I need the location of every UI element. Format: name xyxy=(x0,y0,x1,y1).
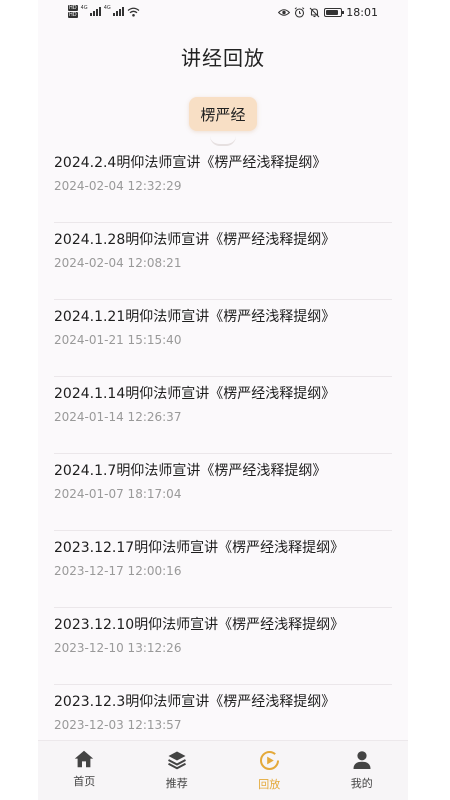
replay-list: 2024.2.4明仰法师宣讲《楞严经浅释提纲》 2024-02-04 12:32… xyxy=(54,146,392,762)
item-date: 2024-01-14 12:26:37 xyxy=(54,410,182,424)
list-item[interactable]: 2024.1.14明仰法师宣讲《楞严经浅释提纲》 2024-01-14 12:2… xyxy=(54,377,392,454)
network-type: 4G xyxy=(103,5,111,11)
home-icon xyxy=(75,750,94,768)
list-item[interactable]: 2023.12.10明仰法师宣讲《楞严经浅释提纲》 2023-12-10 13:… xyxy=(54,608,392,685)
network-type: 4G xyxy=(80,5,88,11)
item-title: 2024.1.21明仰法师宣讲《楞严经浅释提纲》 xyxy=(54,309,336,325)
layers-icon xyxy=(167,751,186,770)
mute-bell-icon xyxy=(309,7,320,18)
battery-level xyxy=(326,10,339,15)
eye-icon xyxy=(278,9,291,16)
item-date: 2023-12-17 12:00:16 xyxy=(54,564,182,578)
tab-label: 我的 xyxy=(350,777,373,790)
wifi-icon xyxy=(127,7,140,17)
hd-badge: HD xyxy=(68,5,78,11)
list-item[interactable]: 2024.2.4明仰法师宣讲《楞严经浅释提纲》 2024-02-04 12:32… xyxy=(54,146,392,223)
list-item[interactable]: 2024.1.28明仰法师宣讲《楞严经浅释提纲》 2024-02-04 12:0… xyxy=(54,223,392,300)
tab-label: 推荐 xyxy=(165,777,188,790)
item-title: 2024.1.14明仰法师宣讲《楞严经浅释提纲》 xyxy=(54,386,336,402)
page-title: 讲经回放 xyxy=(181,46,265,70)
item-date: 2023-12-03 12:13:57 xyxy=(54,718,182,732)
bottom-tab-bar: 首页 推荐 回放 我的 xyxy=(38,740,408,800)
battery-icon xyxy=(324,8,345,17)
list-item[interactable]: 2023.12.17明仰法师宣讲《楞严经浅释提纲》 2023-12-17 12:… xyxy=(54,531,392,608)
status-bar-left: HD HD 4G 4G xyxy=(68,5,140,18)
item-title: 2023.12.10明仰法师宣讲《楞严经浅释提纲》 xyxy=(54,617,345,633)
item-title: 2023.12.3明仰法师宣讲《楞严经浅释提纲》 xyxy=(54,694,336,710)
status-bar-right: 18:01 xyxy=(278,6,378,19)
tab-replay[interactable]: 回放 xyxy=(223,741,316,800)
list-item[interactable]: 2024.1.21明仰法师宣讲《楞严经浅释提纲》 2024-01-21 15:1… xyxy=(54,300,392,377)
hd-badges: HD HD xyxy=(68,5,78,18)
tab-recommend[interactable]: 推荐 xyxy=(131,741,224,800)
tab-home[interactable]: 首页 xyxy=(38,741,131,800)
signal-icon xyxy=(89,7,101,16)
user-icon xyxy=(353,751,371,769)
tab-mine[interactable]: 我的 xyxy=(316,741,409,800)
item-date: 2024-01-07 18:17:04 xyxy=(54,487,182,501)
item-title: 2023.12.17明仰法师宣讲《楞严经浅释提纲》 xyxy=(54,540,345,556)
item-date: 2024-02-04 12:32:29 xyxy=(54,179,182,193)
status-time: 18:01 xyxy=(346,6,378,19)
phone-screen: HD HD 4G 4G 18:01 讲经回放 楞严经 2024.2.4明仰法师宣… xyxy=(38,0,408,800)
tab-label: 回放 xyxy=(258,778,281,791)
item-title: 2024.1.28明仰法师宣讲《楞严经浅释提纲》 xyxy=(54,232,336,248)
list-item[interactable]: 2024.1.7明仰法师宣讲《楞严经浅释提纲》 2024-01-07 18:17… xyxy=(54,454,392,531)
item-date: 2023-12-10 13:12:26 xyxy=(54,641,182,655)
signal-icon xyxy=(112,7,124,16)
alarm-icon xyxy=(294,7,305,18)
item-date: 2024-01-21 15:15:40 xyxy=(54,333,182,347)
item-title: 2024.1.7明仰法师宣讲《楞严经浅释提纲》 xyxy=(54,463,327,479)
item-date: 2024-02-04 12:08:21 xyxy=(54,256,182,270)
hd-badge: HD xyxy=(68,12,78,18)
category-chip[interactable]: 楞严经 xyxy=(189,97,257,131)
pull-refresh-indicator xyxy=(210,136,236,146)
item-title: 2024.2.4明仰法师宣讲《楞严经浅释提纲》 xyxy=(54,155,327,171)
play-circle-icon xyxy=(259,751,279,770)
status-bar: HD HD 4G 4G 18:01 xyxy=(38,0,408,28)
category-chip-label: 楞严经 xyxy=(200,105,246,124)
tab-label: 首页 xyxy=(73,775,96,788)
